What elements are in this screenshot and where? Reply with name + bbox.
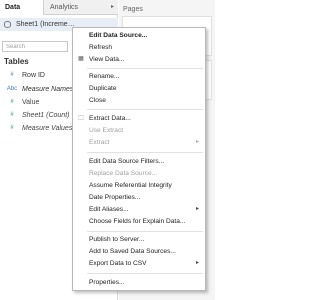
menu-item-edit-filters[interactable]: Edit Data Source Filters... <box>73 156 205 167</box>
menu-separator <box>87 109 203 110</box>
menu-item-extract[interactable]: Extract ▸ <box>73 137 205 148</box>
number-icon: # <box>10 125 14 131</box>
extract-icon: ⬚ <box>78 115 84 121</box>
menu-item-referential-integrity[interactable]: Assume Referential Integrity <box>73 180 205 191</box>
menu-item-label: Choose Fields for Explain Data... <box>89 218 186 225</box>
menu-item-replace-data-source[interactable]: Replace Data Source... <box>73 168 205 179</box>
pane-tab-bar: Data Analytics ▸ <box>0 0 118 15</box>
chevron-right-icon: ▸ <box>195 206 199 212</box>
field-label: Measure Names <box>22 86 74 93</box>
menu-item-publish-to-server[interactable]: Publish to Server... <box>73 234 205 245</box>
search-box <box>2 41 68 52</box>
menu-item-label: Close <box>89 97 106 104</box>
menu-item-label: Replace Data Source... <box>89 170 158 177</box>
menu-item-label: Rename... <box>89 73 120 80</box>
menu-item-close[interactable]: Close <box>73 95 205 106</box>
pages-shelf-label: Pages <box>123 6 143 13</box>
menu-separator <box>87 68 203 69</box>
menu-item-use-extract[interactable]: Use Extract <box>73 125 205 136</box>
menu-item-label: Add to Saved Data Sources... <box>89 248 176 255</box>
menu-item-label: Use Extract <box>89 127 124 134</box>
menu-item-label: Properties... <box>89 279 125 286</box>
menu-item-edit-data-source[interactable]: Edit Data Source... <box>73 30 205 41</box>
menu-separator <box>87 273 203 274</box>
field-label: Measure Values <box>22 125 73 132</box>
menu-item-add-saved-data-sources[interactable]: Add to Saved Data Sources... <box>73 246 205 257</box>
menu-item-extract-data[interactable]: ⬚ Extract Data... <box>73 113 205 124</box>
menu-separator <box>87 152 203 153</box>
tab-analytics-label: Analytics <box>50 4 79 11</box>
tab-data-label: Data <box>5 4 21 11</box>
menu-item-edit-aliases[interactable]: Edit Aliases... ▸ <box>73 204 205 215</box>
number-icon: # <box>10 99 14 105</box>
menu-item-label: Assume Referential Integrity <box>89 182 172 189</box>
chevron-right-icon: ▸ <box>195 139 199 145</box>
grid-icon: ▦ <box>78 56 84 62</box>
menu-item-view-data[interactable]: ▦ View Data... <box>73 54 205 65</box>
number-icon: # <box>10 112 14 118</box>
number-icon: # <box>10 72 14 78</box>
chevron-right-icon: ▸ <box>195 260 199 266</box>
menu-item-label: View Data... <box>89 56 125 63</box>
menu-item-label: Refresh <box>89 44 113 51</box>
search-input[interactable] <box>3 42 67 51</box>
database-icon <box>4 20 11 28</box>
menu-item-label: Export Data to CSV <box>89 260 147 267</box>
menu-item-label: Publish to Server... <box>89 236 145 243</box>
field-label: Sheet1 (Count) <box>22 112 70 119</box>
chevron-right-icon: ▸ <box>110 4 114 10</box>
menu-item-label: Extract <box>89 139 110 146</box>
data-source-context-menu: Edit Data Source... Refresh ▦ View Data.… <box>72 27 206 291</box>
menu-item-duplicate[interactable]: Duplicate <box>73 83 205 94</box>
menu-item-date-properties[interactable]: Date Properties... <box>73 192 205 203</box>
menu-item-explain-data-fields[interactable]: Choose Fields for Explain Data... <box>73 216 205 227</box>
field-label: Row ID <box>22 72 45 79</box>
text-type-icon: Abc <box>6 86 18 92</box>
menu-item-label: Edit Data Source Filters... <box>89 158 165 165</box>
menu-item-label: Extract Data... <box>89 115 131 122</box>
tab-analytics[interactable]: Analytics ▸ <box>45 0 118 15</box>
menu-item-label: Date Properties... <box>89 194 141 201</box>
menu-separator <box>87 231 203 232</box>
menu-item-rename[interactable]: Rename... <box>73 71 205 82</box>
tab-data[interactable]: Data <box>0 0 44 15</box>
menu-item-label: Edit Data Source... <box>89 32 148 39</box>
tables-header: Tables <box>4 57 29 66</box>
menu-item-label: Edit Aliases... <box>89 206 129 213</box>
menu-item-label: Duplicate <box>89 85 117 92</box>
menu-item-properties[interactable]: Properties... <box>73 277 205 288</box>
data-source-label: Sheet1 (Increme… <box>15 21 75 28</box>
menu-item-refresh[interactable]: Refresh <box>73 42 205 53</box>
menu-item-export-csv[interactable]: Export Data to CSV ▸ <box>73 258 205 269</box>
field-label: Value <box>22 99 40 106</box>
